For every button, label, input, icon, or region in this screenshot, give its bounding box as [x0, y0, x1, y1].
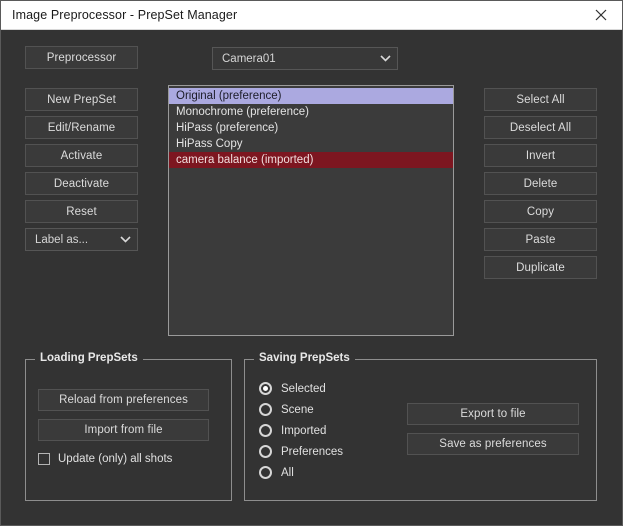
loading-prepsets-title: Loading PrepSets — [35, 352, 143, 364]
preprocessor-button[interactable]: Preprocessor — [25, 46, 138, 69]
invert-button[interactable]: Invert — [484, 144, 597, 167]
save-as-preferences-button[interactable]: Save as preferences — [407, 433, 579, 455]
activate-button[interactable]: Activate — [25, 144, 138, 167]
radio-preferences[interactable]: Preferences — [259, 445, 343, 458]
window-title: Image Preprocessor - PrepSet Manager — [12, 8, 238, 22]
radio-scene-label: Scene — [281, 403, 314, 416]
duplicate-button[interactable]: Duplicate — [484, 256, 597, 279]
radio-button-icon — [259, 382, 272, 395]
radio-button-icon — [259, 445, 272, 458]
edit-rename-button[interactable]: Edit/Rename — [25, 116, 138, 139]
checkbox-box-icon — [38, 453, 50, 465]
saving-prepsets-title: Saving PrepSets — [254, 352, 355, 364]
delete-button[interactable]: Delete — [484, 172, 597, 195]
radio-button-icon — [259, 466, 272, 479]
import-from-file-button[interactable]: Import from file — [38, 419, 209, 441]
select-all-button[interactable]: Select All — [484, 88, 597, 111]
camera-select[interactable]: Camera01 — [212, 47, 398, 70]
list-item[interactable]: Monochrome (preference) — [169, 104, 453, 120]
radio-selected[interactable]: Selected — [259, 382, 326, 395]
list-item[interactable]: camera balance (imported) — [169, 152, 453, 168]
new-prepset-button[interactable]: New PrepSet — [25, 88, 138, 111]
prepset-manager-window: Image Preprocessor - PrepSet Manager Pre… — [0, 0, 623, 526]
update-all-shots-label: Update (only) all shots — [58, 453, 173, 465]
radio-all-label: All — [281, 466, 294, 479]
export-to-file-button[interactable]: Export to file — [407, 403, 579, 425]
deselect-all-button[interactable]: Deselect All — [484, 116, 597, 139]
label-as-select[interactable]: Label as... — [25, 228, 138, 251]
radio-button-icon — [259, 424, 272, 437]
chevron-down-icon — [113, 236, 137, 243]
reload-from-preferences-button[interactable]: Reload from preferences — [38, 389, 209, 411]
paste-button[interactable]: Paste — [484, 228, 597, 251]
reset-button[interactable]: Reset — [25, 200, 138, 223]
radio-imported[interactable]: Imported — [259, 424, 326, 437]
titlebar: Image Preprocessor - PrepSet Manager — [1, 1, 622, 30]
radio-scene[interactable]: Scene — [259, 403, 314, 416]
radio-selected-label: Selected — [281, 382, 326, 395]
list-item[interactable]: Original (preference) — [169, 88, 453, 104]
list-item[interactable]: HiPass (preference) — [169, 120, 453, 136]
label-as-select-value: Label as... — [35, 233, 89, 246]
radio-all[interactable]: All — [259, 466, 294, 479]
chevron-down-icon — [373, 55, 397, 62]
radio-button-icon — [259, 403, 272, 416]
list-item[interactable]: HiPass Copy — [169, 136, 453, 152]
deactivate-button[interactable]: Deactivate — [25, 172, 138, 195]
radio-preferences-label: Preferences — [281, 445, 344, 458]
update-all-shots-checkbox[interactable]: Update (only) all shots — [38, 453, 172, 465]
radio-imported-label: Imported — [281, 424, 327, 437]
prepset-list[interactable]: Original (preference) Monochrome (prefer… — [168, 85, 454, 336]
copy-button[interactable]: Copy — [484, 200, 597, 223]
close-icon[interactable] — [578, 1, 622, 29]
camera-select-value: Camera01 — [222, 52, 276, 65]
